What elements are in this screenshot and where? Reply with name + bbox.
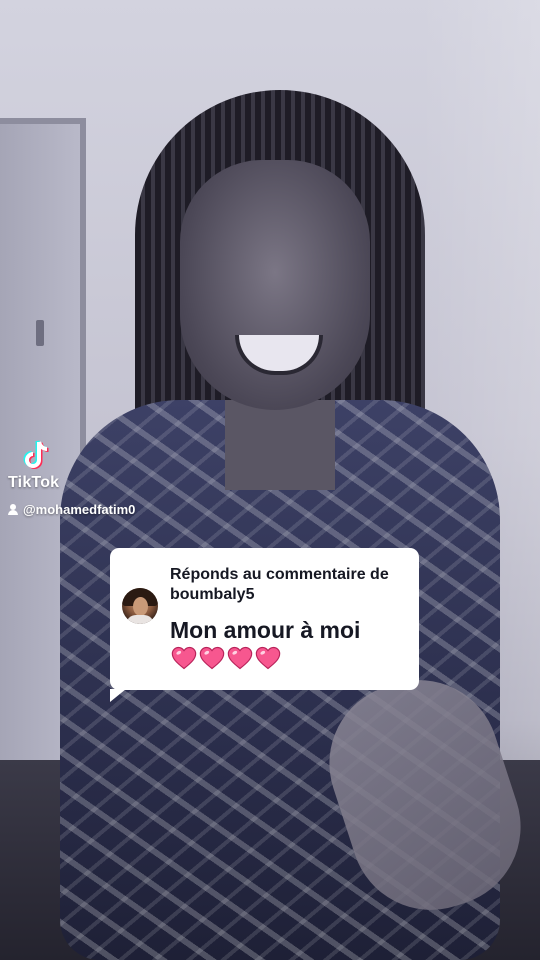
tiktok-logo-icon (23, 440, 49, 469)
video-frame (0, 0, 540, 960)
comment-reply-sticker[interactable]: Réponds au commentaire de boumbaly5 Mon … (110, 548, 419, 702)
reply-header: Réponds au commentaire de boumbaly5 (170, 566, 389, 603)
pink-heart-icon (171, 646, 197, 670)
avatar-shirt (126, 615, 154, 624)
pink-heart-icon (255, 646, 281, 670)
neck (225, 400, 335, 490)
commenter-avatar (122, 588, 158, 624)
dancing-person (40, 80, 540, 960)
user-icon (8, 504, 18, 515)
reply-comment-text: Mon amour à moi (170, 617, 361, 643)
pink-heart-icon (199, 646, 225, 670)
watermark-username-row: @mohamedfatim0 (8, 502, 135, 517)
tiktok-wordmark: TikTok (8, 474, 60, 491)
avatar-face (133, 597, 148, 616)
watermark-username: @mohamedfatim0 (23, 502, 136, 517)
pink-heart-icon (227, 646, 253, 670)
heart-emoji-row (170, 644, 282, 672)
tiktok-video-screen[interactable]: TikTok @mohamedfatim0 Réponds au comment… (0, 0, 540, 960)
